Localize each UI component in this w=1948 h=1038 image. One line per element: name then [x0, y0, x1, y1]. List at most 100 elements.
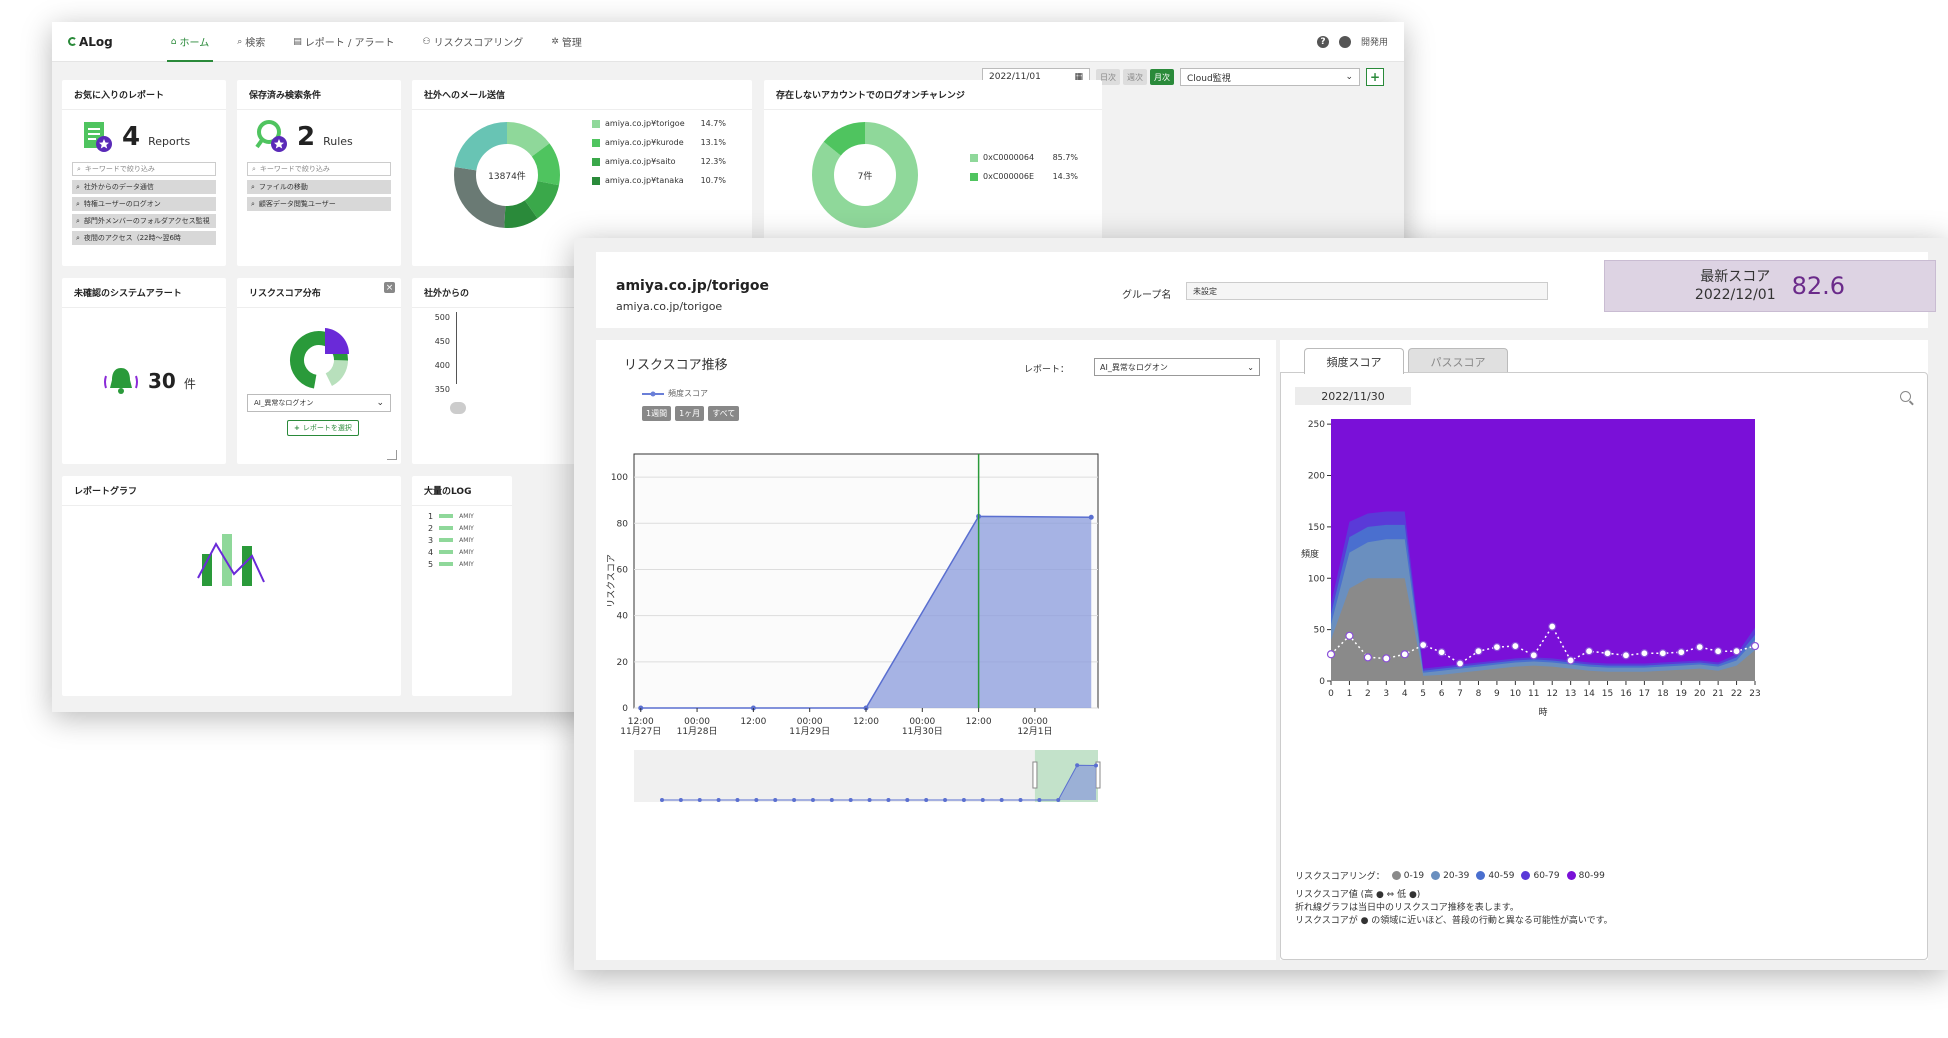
app-logo[interactable]: ALog — [68, 35, 113, 49]
score-point[interactable] — [1326, 650, 1336, 659]
list-item[interactable]: ⌕ 顧客データ閲覧ユーザー — [247, 197, 391, 211]
score-point[interactable] — [1548, 622, 1557, 631]
score-point[interactable] — [1695, 642, 1704, 652]
tab-frequency[interactable]: 頻度スコア — [1304, 348, 1404, 374]
y-tick-label: 200 — [1308, 472, 1325, 482]
period-button[interactable]: 月次 — [1150, 69, 1174, 85]
chevron-down-icon: ⌄ — [1247, 362, 1254, 372]
search-icon: ⌕ — [76, 233, 80, 242]
period-button[interactable]: 週次 — [1123, 69, 1147, 85]
card-title: リスクスコア分布 — [237, 278, 401, 308]
score-point[interactable] — [1584, 647, 1594, 656]
tab-path[interactable]: パススコア — [1408, 348, 1508, 374]
score-point[interactable] — [1345, 631, 1354, 640]
list-item-label: 部門外メンバーのフォルダアクセス監視 — [83, 217, 210, 225]
user-label[interactable]: 開発用 — [1361, 35, 1388, 48]
screenshot-stage: ALog ⌂ ホーム ⌕ 検索 ▤ レポート / アラート ⚇ リスクスコアリング ✲ 管理 ? … — [0, 0, 1948, 1038]
saved-search-input[interactable]: ⌕ キーワードで絞り込み — [247, 162, 391, 176]
x-tick-label: 00:00 — [684, 717, 710, 727]
range-button[interactable]: すべて — [708, 406, 740, 421]
nav-item-3[interactable]: ⚇ リスクスコアリング — [409, 22, 538, 62]
resize-handle-icon[interactable] — [387, 450, 397, 460]
x-tick-label: 6 — [1439, 689, 1445, 699]
navigator-point — [980, 798, 985, 802]
nav-item-4[interactable]: ✲ 管理 — [537, 22, 596, 62]
score-point[interactable] — [1750, 641, 1760, 651]
score-point[interactable] — [1732, 647, 1741, 656]
nav-item-label: 検索 — [245, 38, 266, 49]
list-item[interactable]: ⌕ 部門外メンバーのフォルダアクセス監視 — [72, 214, 216, 228]
range-button[interactable]: 1ヶ月 — [675, 406, 705, 421]
legend-item[interactable]: amiya.co.jp¥tanaka 10.7% — [592, 171, 726, 190]
score-point[interactable] — [1529, 651, 1538, 660]
score-point[interactable] — [1658, 649, 1667, 658]
range-button[interactable]: 1週間 — [642, 406, 672, 421]
navigator-point — [943, 798, 948, 802]
score-point[interactable] — [1400, 650, 1409, 659]
score-point[interactable] — [1419, 640, 1428, 650]
navigator-point — [773, 798, 778, 802]
saved-count: 2 — [297, 122, 316, 152]
frequency-chart: 0501001502002500 1 2 3 4 5 6 7 8 9 10 11 12 13 14 15 16 1… — [1308, 419, 1761, 718]
report-select[interactable]: AI_異常なログオン ⌄ — [1094, 358, 1260, 376]
legend-item[interactable]: amiya.co.jp¥saito 12.3% — [592, 152, 726, 171]
alerts-unit: 件 — [183, 376, 196, 391]
y-tick-label: 0 — [622, 704, 628, 714]
navigator-handle[interactable] — [1032, 761, 1038, 789]
mail-donut-center: 13874件 — [488, 170, 526, 182]
legend-item[interactable]: 0xC000006E 14.3% — [970, 167, 1078, 186]
close-icon[interactable]: × — [384, 282, 395, 293]
user-detail-window: amiya.co.jp/torigoe amiya.co.jp/torigoe … — [574, 238, 1948, 970]
list-item[interactable]: ⌕ 夜間のアクセス（22時〜翌6時 — [72, 231, 216, 245]
legend-item[interactable]: amiya.co.jp¥torigoe 14.7% — [592, 114, 726, 133]
score-point[interactable] — [1640, 649, 1649, 658]
nav-item-2[interactable]: ▤ レポート / アラート — [279, 22, 408, 62]
score-point[interactable] — [1492, 642, 1502, 652]
score-point[interactable] — [1437, 648, 1446, 657]
scroll-handle[interactable] — [450, 402, 466, 414]
list-item[interactable]: ⌕ 特権ユーザーのログオン — [72, 197, 216, 211]
add-widget-button[interactable]: + — [1366, 68, 1384, 86]
score-point[interactable] — [1455, 659, 1465, 668]
help-icon[interactable]: ? — [1316, 35, 1329, 48]
y-tick-label: 40 — [617, 612, 629, 622]
score-point[interactable] — [1603, 649, 1612, 658]
alerts-number: 30 — [148, 369, 176, 393]
bulk-row-bar — [439, 562, 454, 566]
x-tick-label: 5 — [1420, 689, 1426, 699]
group-input[interactable]: 未設定 — [1186, 282, 1548, 300]
risk-report-select[interactable]: AI_異常なログオン ⌄ — [247, 394, 391, 412]
fav-search-input[interactable]: ⌕ キーワードで絞り込み — [72, 162, 216, 176]
score-point[interactable] — [1714, 647, 1723, 656]
list-item[interactable]: ⌕ ファイルの移動 — [247, 180, 391, 194]
legend-label: 20-39 — [1443, 870, 1470, 881]
x-tick-label: 12 — [1546, 689, 1557, 699]
monitor-select-value: Cloud監視 — [1187, 73, 1231, 84]
score-point[interactable] — [1363, 653, 1372, 662]
x-tick-label: 9 — [1494, 689, 1500, 699]
zoom-search-icon[interactable] — [1900, 391, 1911, 402]
monitor-select[interactable]: Cloud監視 ⌄ — [1180, 68, 1360, 86]
series-legend[interactable]: 頻度スコア — [642, 388, 708, 399]
score-point[interactable] — [1677, 648, 1686, 657]
score-point[interactable] — [1566, 656, 1575, 665]
legend-item[interactable]: 0xC0000064 85.7% — [970, 148, 1078, 167]
y-tick-label: 20 — [617, 658, 629, 668]
group-label: グループ名 — [1122, 290, 1172, 301]
nav-item-1[interactable]: ⌕ 検索 — [223, 22, 279, 62]
score-point[interactable] — [1382, 654, 1391, 663]
nav-item-0[interactable]: ⌂ ホーム — [157, 22, 223, 62]
latest-score-box: 最新スコア 2022/12/01 82.6 — [1604, 260, 1936, 312]
bulk-log-card: 大量のLOG 1 AMIY 2 AMIY 3 AMIY 4 AMIY 5 AMIY — [412, 476, 512, 696]
y-tick-label: 500 — [434, 313, 450, 322]
chevron-down-icon: ⌄ — [1345, 72, 1353, 82]
user-icon[interactable] — [1338, 35, 1351, 48]
score-point[interactable] — [1511, 641, 1520, 651]
select-report-button[interactable]: + レポートを選択 — [287, 420, 359, 436]
score-point[interactable] — [1474, 647, 1483, 656]
score-point[interactable] — [1621, 651, 1631, 660]
legend-item[interactable]: amiya.co.jp¥kurode 13.1% — [592, 133, 726, 152]
list-item[interactable]: ⌕ 社外からのデータ通信 — [72, 180, 216, 194]
data-point[interactable] — [1088, 514, 1094, 520]
navigator[interactable] — [634, 750, 1098, 802]
